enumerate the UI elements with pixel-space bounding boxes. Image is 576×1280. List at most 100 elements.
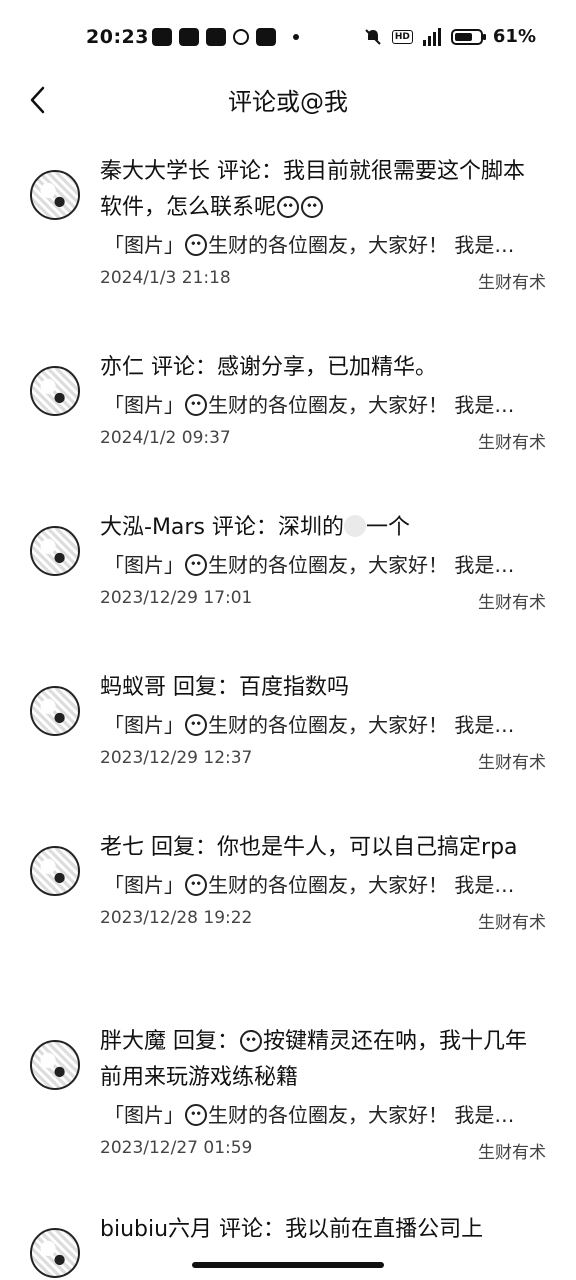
quote-prefix: 「图片」 <box>104 873 184 897</box>
quote-prefix: 「图片」 <box>104 553 184 577</box>
comment-content: 胖大魔 回复： 按键精灵还在呐，我十几年前用来玩游戏练秘籍 「图片」 生财的各位圈友… <box>100 1024 546 1163</box>
meta-row: 2024/1/2 09:37 生财有术 <box>100 428 546 453</box>
action-label: 回复： <box>173 675 240 700</box>
status-right: HD 61% <box>364 26 536 47</box>
quoted-post[interactable]: 「图片」 生财的各位圈友，大家好！ 我是… <box>100 550 546 580</box>
source-label: 生财有术 <box>478 433 546 453</box>
quoted-post[interactable]: 「图片」 生财的各位圈友，大家好！ 我是… <box>100 390 546 420</box>
comment-body: 百度指数吗 <box>239 675 350 700</box>
timestamp: 2023/12/29 12:37 <box>100 748 253 768</box>
emoji-icon <box>185 874 207 896</box>
action-label: 评论： <box>151 355 218 380</box>
quote-text: 生财的各位圈友，大家好！ 我是… <box>208 233 515 257</box>
timestamp: 2023/12/28 19:22 <box>100 908 253 928</box>
timestamp: 2024/1/2 09:37 <box>100 428 231 448</box>
source-label: 生财有术 <box>478 753 546 773</box>
battery-percent: 61% <box>492 26 536 47</box>
comment-content: 秦大大学长 评论：我目前就很需要这个脚本软件，怎么联系呢 「图片」 生财的各位圈友… <box>100 154 546 293</box>
comment-text: 胖大魔 回复： 按键精灵还在呐，我十几年前用来玩游戏练秘籍 <box>100 1024 546 1096</box>
comment-text: 亦仁 评论：感谢分享，已加精华。 <box>100 350 546 386</box>
emoji-icon <box>240 1030 263 1052</box>
comment-content: 蚂蚁哥 回复：百度指数吗 「图片」 生财的各位圈友，大家好！ 我是… 2023/1… <box>100 670 546 773</box>
avatar[interactable] <box>30 170 80 220</box>
avatar[interactable] <box>30 366 80 416</box>
action-label: 评论： <box>217 159 284 184</box>
source-label: 生财有术 <box>478 913 546 933</box>
quote-prefix: 「图片」 <box>104 233 184 257</box>
more-dot-icon <box>293 34 299 40</box>
home-indicator[interactable] <box>192 1262 384 1268</box>
hd-badge: HD <box>391 29 413 44</box>
source-label: 生财有术 <box>478 273 546 293</box>
quote-prefix: 「图片」 <box>104 1103 184 1127</box>
mute-bell-icon <box>365 28 381 45</box>
user-name[interactable]: 蚂蚁哥 <box>100 675 166 700</box>
quote-text: 生财的各位圈友，大家好！ 我是… <box>208 873 515 897</box>
app-notification-icon <box>256 28 276 46</box>
signal-icon <box>422 27 441 46</box>
timestamp: 2023/12/27 01:59 <box>100 1138 253 1158</box>
comment-text: 秦大大学长 评论：我目前就很需要这个脚本软件，怎么联系呢 <box>100 154 546 226</box>
app-notification-icon <box>179 28 199 46</box>
quote-text: 生财的各位圈友，大家好！ 我是… <box>208 393 515 417</box>
quote-prefix: 「图片」 <box>104 393 184 417</box>
action-label: 评论： <box>219 1217 286 1242</box>
user-name[interactable]: 胖大魔 <box>100 1029 166 1054</box>
quoted-post[interactable]: 「图片」 生财的各位圈友，大家好！ 我是… <box>100 1100 546 1130</box>
comment-body-tail: 一个 <box>365 515 410 540</box>
action-label: 回复： <box>173 1029 240 1054</box>
emoji-icon <box>185 394 207 416</box>
chat-bubble-icon <box>233 29 249 45</box>
emoji-icon <box>185 554 207 576</box>
timestamp: 2024/1/3 21:18 <box>100 268 231 288</box>
meta-row: 2023/12/29 12:37 生财有术 <box>100 748 546 773</box>
emoji-icon <box>185 714 207 736</box>
user-name[interactable]: 老七 <box>100 835 144 860</box>
avatar[interactable] <box>30 1040 80 1090</box>
app-notification-icon <box>152 28 172 46</box>
quote-prefix: 「图片」 <box>104 713 184 737</box>
comment-text: biubiu六月 评论：我以前在直播公司上 <box>100 1212 546 1248</box>
quote-text: 生财的各位圈友，大家好！ 我是… <box>208 553 515 577</box>
user-name[interactable]: biubiu六月 <box>100 1217 212 1242</box>
avatar[interactable] <box>30 526 80 576</box>
action-label: 回复： <box>151 835 218 860</box>
status-time: 20:23 <box>86 26 149 48</box>
avatar[interactable] <box>30 1228 80 1278</box>
quoted-post[interactable]: 「图片」 生财的各位圈友，大家好！ 我是… <box>100 230 546 260</box>
meta-row: 2023/12/29 17:01 生财有术 <box>100 588 546 613</box>
emoji-icon <box>185 234 207 256</box>
emoji-icon <box>301 196 324 218</box>
meta-row: 2023/12/27 01:59 生财有术 <box>100 1138 546 1163</box>
comment-body: 我以前在直播公司上 <box>285 1217 484 1242</box>
action-label: 评论： <box>211 515 278 540</box>
censored-blob <box>343 515 366 537</box>
quote-text: 生财的各位圈友，大家好！ 我是… <box>208 1103 515 1127</box>
comment-content: 大泓-Mars 评论：深圳的 一个 「图片」 生财的各位圈友，大家好！ 我是… 20… <box>100 510 546 613</box>
quoted-post[interactable]: 「图片」 生财的各位圈友，大家好！ 我是… <box>100 870 546 900</box>
avatar[interactable] <box>30 686 80 736</box>
battery-icon <box>450 28 486 45</box>
app-notification-icon <box>206 28 226 46</box>
emoji-icon <box>277 196 300 218</box>
meta-row: 2024/1/3 21:18 生财有术 <box>100 268 546 293</box>
user-name[interactable]: 大泓-Mars <box>100 515 205 540</box>
page-title: 评论或@我 <box>228 88 348 116</box>
user-name[interactable]: 秦大大学长 <box>100 159 210 184</box>
comment-text: 老七 回复：你也是牛人，可以自己搞定rpa <box>100 830 546 866</box>
emoji-icon <box>185 1104 207 1126</box>
comment-content: biubiu六月 评论：我以前在直播公司上 <box>100 1212 546 1248</box>
quoted-post[interactable]: 「图片」 生财的各位圈友，大家好！ 我是… <box>100 710 546 740</box>
meta-row: 2023/12/28 19:22 生财有术 <box>100 908 546 933</box>
source-label: 生财有术 <box>478 593 546 613</box>
quote-text: 生财的各位圈友，大家好！ 我是… <box>208 713 515 737</box>
timestamp: 2023/12/29 17:01 <box>100 588 253 608</box>
comment-body: 你也是牛人，可以自己搞定rpa <box>217 835 518 860</box>
header: 评论或@我 <box>0 76 576 136</box>
source-label: 生财有术 <box>478 1143 546 1163</box>
user-name[interactable]: 亦仁 <box>100 355 144 380</box>
comment-text: 大泓-Mars 评论：深圳的 一个 <box>100 510 546 546</box>
avatar[interactable] <box>30 846 80 896</box>
comment-body: 感谢分享，已加精华。 <box>217 355 438 380</box>
notification-icons <box>152 28 299 46</box>
